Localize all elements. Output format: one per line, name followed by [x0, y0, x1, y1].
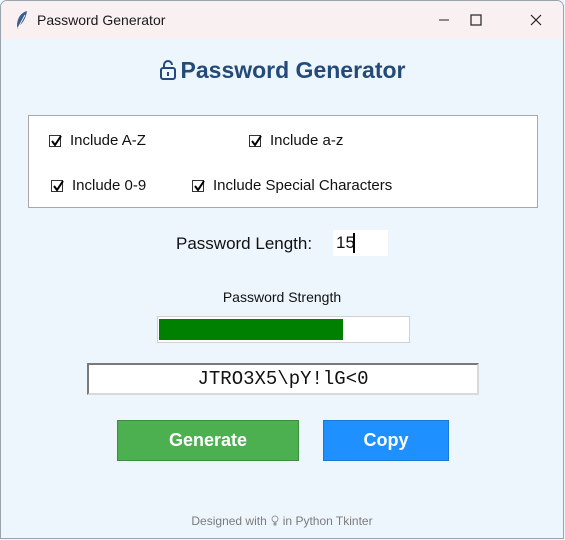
- page-title: Password Generator: [1, 57, 563, 87]
- password-strength-label: Password Strength: [222, 289, 342, 305]
- footer-credit: Designed with in Python Tkinter: [1, 514, 563, 530]
- password-length-input[interactable]: [333, 230, 388, 256]
- app-window: Password Generator Password Generator In…: [0, 0, 564, 539]
- option-digits[interactable]: Include 0-9: [51, 177, 146, 194]
- close-button[interactable]: [507, 1, 563, 39]
- checkmark-icon: [194, 179, 205, 192]
- password-length-label: Password Length:: [176, 234, 313, 253]
- generated-password-field[interactable]: [87, 363, 479, 395]
- title-bar: Password Generator: [1, 1, 563, 39]
- option-label: Include a-z: [270, 132, 344, 149]
- page-title-text: Password Generator: [180, 57, 406, 83]
- text-cursor: [353, 233, 355, 253]
- footer-text-before: Designed with: [191, 514, 267, 528]
- lock-icon: [159, 59, 177, 87]
- password-strength-fill: [159, 319, 343, 340]
- digits-checkbox[interactable]: [51, 179, 64, 192]
- checkmark-icon: [251, 134, 262, 147]
- generate-button[interactable]: Generate: [117, 420, 299, 461]
- copy-button[interactable]: Copy: [323, 420, 449, 461]
- lightbulb-icon: [271, 515, 279, 530]
- option-label: Include Special Characters: [213, 177, 393, 194]
- uppercase-checkbox[interactable]: [49, 134, 62, 147]
- option-lowercase[interactable]: Include a-z: [249, 132, 343, 149]
- option-uppercase[interactable]: Include A-Z: [49, 132, 146, 149]
- lowercase-checkbox[interactable]: [249, 134, 262, 147]
- option-label: Include A-Z: [70, 132, 146, 149]
- password-strength-bar: [157, 316, 410, 343]
- option-label: Include 0-9: [72, 177, 147, 194]
- feather-icon: [15, 10, 29, 30]
- checkmark-icon: [53, 179, 64, 192]
- checkmark-icon: [51, 134, 62, 147]
- window-title: Password Generator: [37, 12, 166, 28]
- maximize-button[interactable]: [447, 1, 505, 39]
- special-checkbox[interactable]: [192, 179, 205, 192]
- options-panel: Include A-Z Include a-z Include 0-9 Incl…: [28, 115, 538, 208]
- option-special[interactable]: Include Special Characters: [192, 177, 392, 194]
- footer-text-after: in Python Tkinter: [282, 514, 373, 528]
